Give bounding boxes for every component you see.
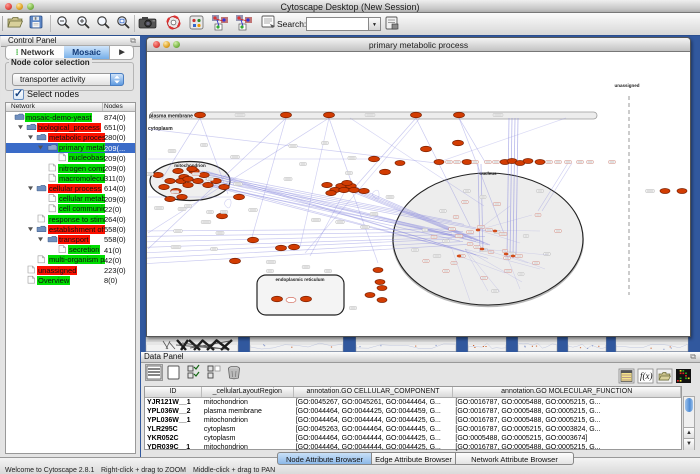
svg-text:nucleus: nucleus [479,171,497,176]
svg-text:endoplasmic reticulum: endoplasmic reticulum [275,277,324,282]
svg-text:unassigned: unassigned [614,83,639,88]
svg-text:f(x): f(x) [640,371,653,381]
svg-text:cytoplasm: cytoplasm [148,126,173,132]
svg-text:plasma membrane: plasma membrane [149,114,193,120]
